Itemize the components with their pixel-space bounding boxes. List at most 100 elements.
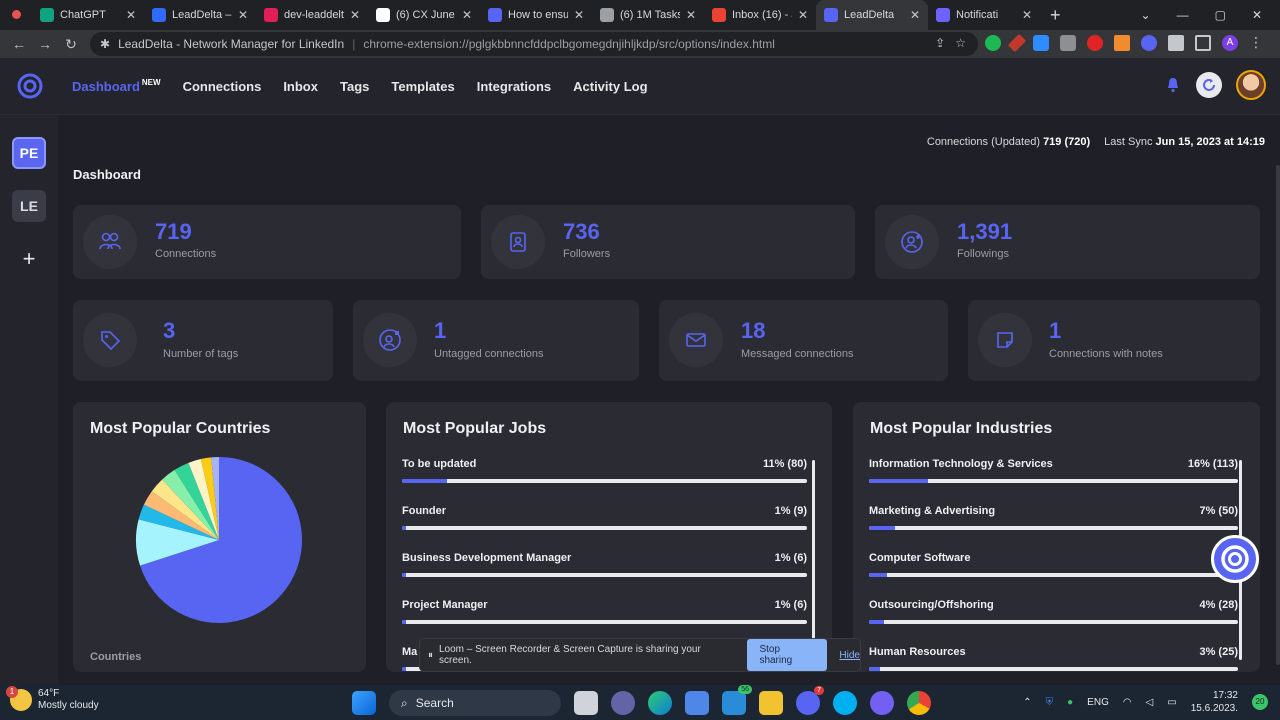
workspace-pe[interactable]: PE — [12, 137, 46, 169]
nav-item-connections[interactable]: Connections — [183, 79, 262, 94]
bookmark-star-icon[interactable]: ☆ — [955, 36, 966, 50]
tab-close-icon[interactable]: ✕ — [126, 8, 136, 22]
mail-icon[interactable]: 56 — [722, 685, 752, 715]
nav-item-dashboard[interactable]: Dashboard NEW — [72, 78, 161, 94]
forward-button[interactable]: → — [32, 36, 58, 52]
stat-card-followers[interactable]: 736 Followers — [481, 205, 855, 279]
zoom-extension-icon[interactable] — [1033, 34, 1049, 51]
tab-close-icon[interactable]: ✕ — [462, 8, 472, 22]
microphone-icon[interactable]: ● — [1067, 697, 1073, 708]
bell-icon[interactable] — [1164, 76, 1182, 94]
nav-item-inbox[interactable]: Inbox — [283, 79, 318, 94]
tray-overflow-icon[interactable]: ⌃ — [1023, 697, 1031, 708]
bar-row[interactable]: Human Resources 3% (25) — [869, 646, 1238, 685]
countries-pie-chart[interactable] — [134, 455, 304, 625]
discord-icon[interactable]: 7 — [796, 686, 824, 715]
bar-row[interactable]: To be updated 11% (80) — [402, 458, 807, 505]
maximize-button[interactable]: ▢ — [1215, 8, 1226, 22]
stop-sharing-button[interactable]: Stop sharing — [747, 639, 828, 671]
tab-search-icon[interactable]: ⌄ — [1141, 8, 1151, 22]
battery-icon[interactable]: ▭ — [1167, 697, 1176, 708]
nav-item-activity-log[interactable]: Activity Log — [573, 79, 647, 94]
extensions-menu-icon[interactable] — [1168, 34, 1184, 51]
defender-icon[interactable]: ⛨ — [1046, 697, 1054, 708]
tab-close-icon[interactable]: ✕ — [910, 8, 920, 22]
edge-icon[interactable] — [648, 691, 672, 715]
page-scrollbar[interactable] — [1276, 165, 1280, 665]
minimize-button[interactable]: — — [1177, 8, 1189, 22]
tab-close-icon[interactable]: ✕ — [1022, 8, 1032, 22]
tab-close-icon[interactable]: ✕ — [686, 8, 696, 22]
workspace-le[interactable]: LE — [12, 190, 46, 222]
sync-button[interactable] — [1196, 72, 1222, 98]
clock[interactable]: 17:32 15.6.2023. — [1191, 689, 1238, 715]
user-avatar[interactable] — [1236, 70, 1266, 100]
browser-tab[interactable]: Inbox (16) - a ✕ — [704, 0, 816, 30]
notification-count[interactable]: 20 — [1252, 694, 1268, 710]
grammarly-extension-icon[interactable] — [985, 34, 1001, 51]
stat-card-untagged[interactable]: 1 Untagged connections — [353, 300, 639, 381]
orange-extension-icon[interactable] — [1114, 34, 1130, 51]
jobs-scrollbar[interactable] — [812, 460, 815, 640]
new-tab-button[interactable]: + — [1040, 5, 1071, 26]
pen-extension-icon[interactable] — [1007, 33, 1027, 52]
wifi-icon[interactable]: ◠ — [1123, 697, 1132, 708]
hide-banner-link[interactable]: Hide — [839, 650, 860, 661]
stat-card-connections[interactable]: 719 Connections — [73, 205, 461, 279]
store-icon[interactable] — [685, 691, 709, 715]
connections-updated-value: 719 (720) — [1043, 136, 1091, 148]
bar-row[interactable]: Computer Software5% — [869, 552, 1238, 599]
browser-tab[interactable]: ChatGPT ✕ — [32, 0, 144, 30]
stat-card-notes[interactable]: 1 Connections with notes — [968, 300, 1260, 381]
close-window-button[interactable]: ✕ — [1252, 8, 1262, 22]
tab-close-icon[interactable]: ✕ — [574, 8, 584, 22]
back-button[interactable]: ← — [6, 36, 32, 52]
bar-row[interactable]: Outsourcing/Offshoring 4% (28) — [869, 599, 1238, 646]
bar-row[interactable]: Founder 1% (9) — [402, 505, 807, 552]
browser-tab[interactable]: LeadDelta – C ✕ — [144, 0, 256, 30]
browser-tab[interactable]: How to ensur ✕ — [480, 0, 592, 30]
taskbar-search[interactable]: ⌕ Search — [389, 690, 561, 716]
browser-tab[interactable]: (6) CX June 2 ✕ — [368, 0, 480, 30]
puzzle-extension-icon[interactable] — [1060, 34, 1076, 51]
leaddelta-floating-button[interactable] — [1211, 535, 1259, 583]
browser-menu-icon[interactable]: ⋮ — [1249, 34, 1263, 51]
stat-card-tags[interactable]: 3 Number of tags — [73, 300, 333, 381]
browser-tab[interactable]: Notificati ✕ — [928, 0, 1040, 30]
file-explorer-icon[interactable] — [759, 691, 783, 715]
browser-tab[interactable]: LeadDelta ✕ — [816, 0, 928, 30]
stat-card-messaged[interactable]: 18 Messaged connections — [659, 300, 948, 381]
nav-item-templates[interactable]: Templates — [391, 79, 454, 94]
sidepanel-icon[interactable] — [1195, 34, 1211, 51]
tab-close-icon[interactable]: ✕ — [798, 8, 808, 22]
reload-button[interactable]: ↻ — [58, 36, 84, 53]
tab-close-icon[interactable]: ✕ — [238, 8, 248, 22]
add-workspace-button[interactable]: + — [12, 243, 46, 275]
leaddelta-extension-icon[interactable] — [1141, 34, 1157, 51]
bar-row[interactable]: Marketing & Advertising 7% (50) — [869, 505, 1238, 552]
browser-tab[interactable]: dev-leaddelta ✕ — [256, 0, 368, 30]
nav-item-tags[interactable]: Tags — [340, 79, 369, 94]
weather-widget[interactable]: 1 64°F Mostly cloudy — [6, 686, 99, 712]
leaddelta-logo-icon[interactable] — [16, 72, 44, 100]
viber-icon[interactable] — [870, 691, 894, 715]
browser-tab[interactable]: (6) 1M Tasks ✕ — [592, 0, 704, 30]
omnibox[interactable]: ✱ LeadDelta - Network Manager for Linked… — [90, 32, 978, 56]
language-indicator[interactable]: ENG — [1087, 697, 1109, 708]
stat-card-followings[interactable]: 1,391 Followings — [875, 205, 1260, 279]
chrome-icon[interactable] — [907, 691, 931, 715]
share-icon[interactable]: ⇪ — [935, 36, 945, 50]
skype-icon[interactable] — [833, 691, 857, 715]
pause-icon[interactable]: ⏸ — [428, 650, 433, 661]
teams-icon[interactable] — [611, 691, 635, 715]
volume-icon[interactable]: ◁ — [1146, 697, 1154, 708]
tab-title: Notificati — [956, 9, 999, 21]
bar-row[interactable]: Business Development Manager 1% (6) — [402, 552, 807, 599]
nav-item-integrations[interactable]: Integrations — [477, 79, 551, 94]
red-extension-icon[interactable] — [1087, 34, 1103, 51]
bar-row[interactable]: Information Technology & Services 16% (11… — [869, 458, 1238, 505]
profile-avatar-icon[interactable]: A — [1222, 34, 1238, 51]
tab-close-icon[interactable]: ✕ — [350, 8, 360, 22]
task-view-icon[interactable] — [574, 691, 598, 715]
start-windows-icon[interactable] — [352, 691, 376, 715]
